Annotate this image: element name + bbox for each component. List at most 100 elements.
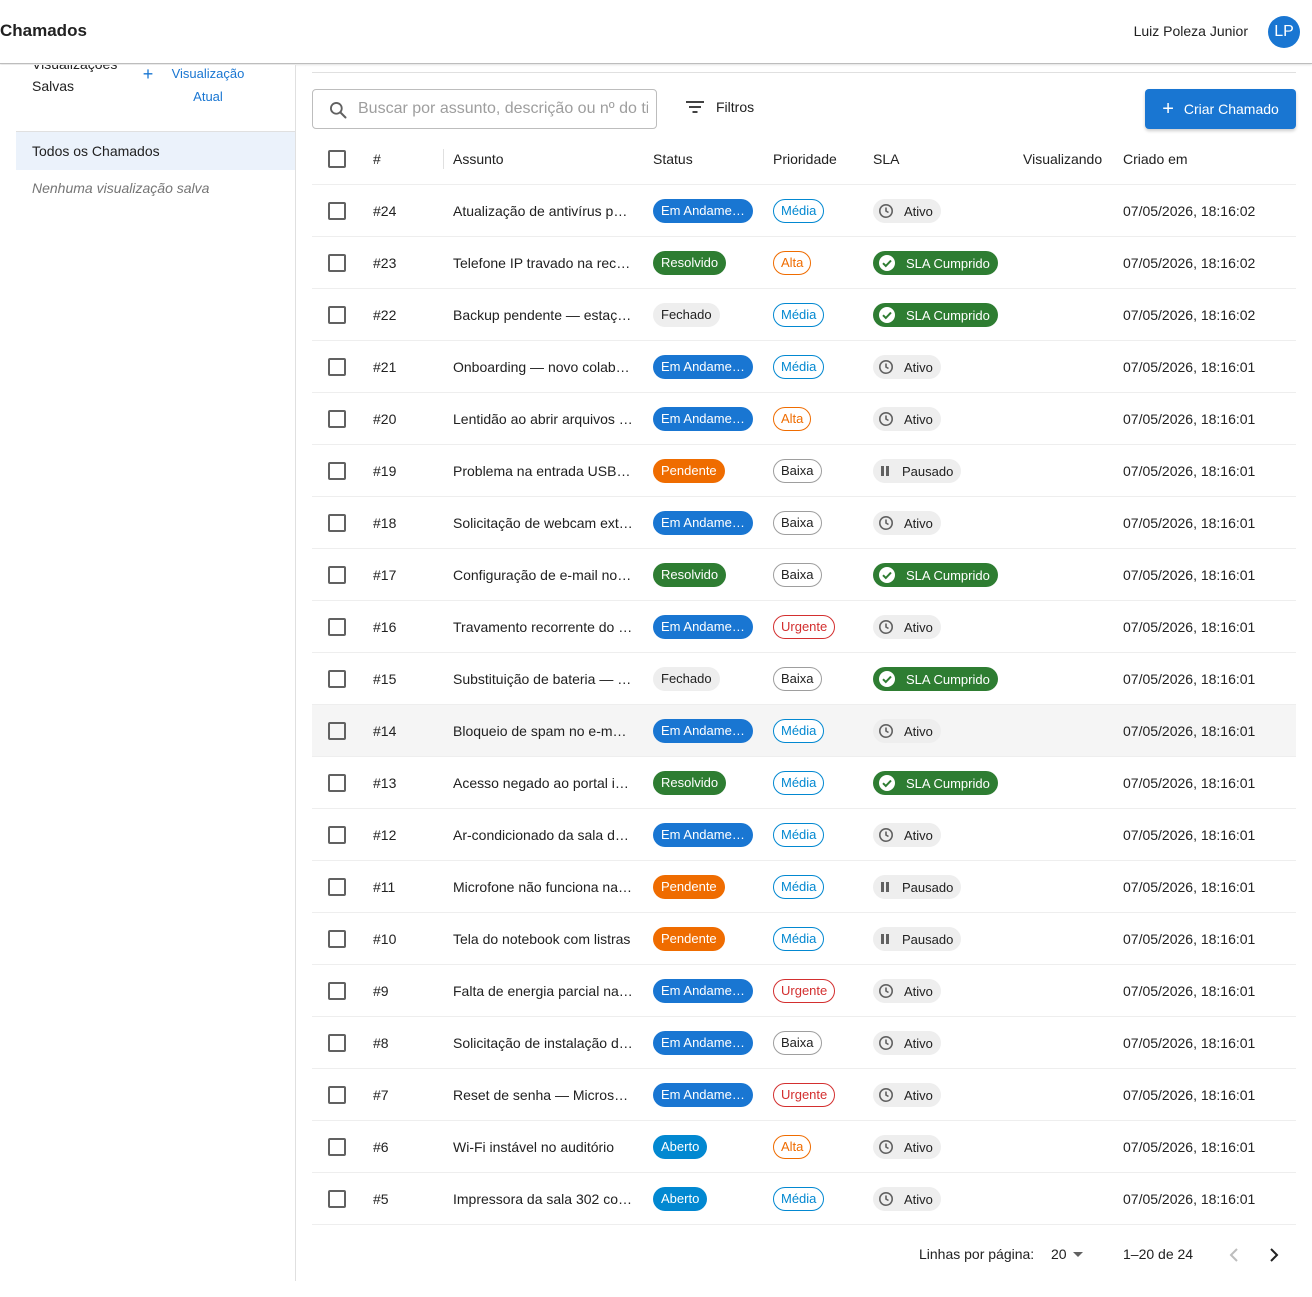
sla-cell: SLA Cumprido — [873, 653, 1013, 705]
row-checkbox[interactable] — [328, 913, 348, 965]
row-checkbox[interactable] — [328, 1069, 348, 1121]
ticket-subject-cell[interactable]: Atualização de antivírus pendente — [453, 185, 634, 237]
row-checkbox[interactable] — [328, 445, 348, 497]
table-row[interactable]: #11 Microfone não funciona nas reuniões Pe… — [312, 861, 1296, 913]
row-checkbox[interactable] — [328, 809, 348, 861]
status-badge: Em Andamento — [653, 511, 753, 535]
table-row[interactable]: #5 Impressora da sala 302 com defeito Aber… — [312, 1173, 1296, 1225]
priority-cell: Média — [773, 289, 863, 341]
table-row[interactable]: #12 Ar-condicionado da sala de servidores… — [312, 809, 1296, 861]
table-row[interactable]: #17 Configuração de e-mail no celular Reso… — [312, 549, 1296, 601]
row-checkbox[interactable] — [328, 861, 348, 913]
row-checkbox[interactable] — [328, 705, 348, 757]
column-header-created[interactable]: Criado em — [1123, 133, 1293, 185]
row-checkbox[interactable] — [328, 289, 348, 341]
column-header-priority[interactable]: Prioridade — [773, 133, 863, 185]
row-checkbox[interactable] — [328, 601, 348, 653]
ticket-subject-cell[interactable]: Solicitação de webcam externa — [453, 497, 634, 549]
table-row[interactable]: #18 Solicitação de webcam externa Em Andam… — [312, 497, 1296, 549]
table-row[interactable]: #10 Tela do notebook com listras Pendente M… — [312, 913, 1296, 965]
table-row[interactable]: #23 Telefone IP travado na recepção Resolv… — [312, 237, 1296, 289]
priority-badge: Baixa — [773, 667, 822, 691]
save-current-view-button[interactable]: + Visualização Atual — [138, 65, 248, 108]
ticket-subject: Bloqueio de spam no e-mail corporativo — [453, 723, 634, 739]
column-header-id[interactable]: # — [373, 133, 433, 185]
ticket-subject-cell[interactable]: Travamento recorrente do sistema — [453, 601, 634, 653]
select-all-checkbox[interactable] — [328, 133, 348, 185]
ticket-subject-cell[interactable]: Impressora da sala 302 com defeito — [453, 1173, 634, 1225]
created-at: 07/05/2026, 18:16:01 — [1123, 827, 1256, 843]
status-cell: Em Andamento — [653, 341, 758, 393]
table-row[interactable]: #20 Lentidão ao abrir arquivos na rede Em … — [312, 393, 1296, 445]
create-ticket-button[interactable]: + Criar Chamado — [1145, 89, 1296, 129]
ticket-subject-cell[interactable]: Backup pendente — estação de trabalho — [453, 289, 634, 341]
filters-button[interactable]: Filtros — [686, 99, 754, 115]
status-badge: Resolvido — [653, 563, 727, 587]
chevron-right-icon[interactable] — [1264, 1243, 1284, 1267]
sla-cell: Ativo — [873, 185, 1013, 237]
rows-per-page-select[interactable]: 20 — [1051, 1246, 1085, 1262]
table-row[interactable]: #13 Acesso negado ao portal interno Resolv… — [312, 757, 1296, 809]
table-row[interactable]: #19 Problema na entrada USB do notebook Pe… — [312, 445, 1296, 497]
ticket-subject-cell[interactable]: Wi-Fi instável no auditório — [453, 1121, 634, 1173]
filter-icon — [686, 101, 704, 113]
ticket-id: #10 — [373, 931, 397, 947]
table-row[interactable]: #14 Bloqueio de spam no e-mail corporativ… — [312, 705, 1296, 757]
ticket-subject-cell[interactable]: Configuração de e-mail no celular — [453, 549, 634, 601]
ticket-subject-cell[interactable]: Lentidão ao abrir arquivos na rede — [453, 393, 634, 445]
ticket-subject-cell[interactable]: Tela do notebook com listras — [453, 913, 634, 965]
ticket-subject-cell[interactable]: Falta de energia parcial na sala — [453, 965, 634, 1017]
ticket-subject: Substituição de bateria — notebook — [453, 671, 634, 687]
table-row[interactable]: #24 Atualização de antivírus pendente Em A… — [312, 185, 1296, 237]
row-checkbox[interactable] — [328, 965, 348, 1017]
ticket-subject-cell[interactable]: Bloqueio de spam no e-mail corporativo — [453, 705, 634, 757]
ticket-subject-cell[interactable]: Problema na entrada USB do notebook — [453, 445, 634, 497]
table-row[interactable]: #15 Substituição de bateria — notebook Fec… — [312, 653, 1296, 705]
row-checkbox[interactable] — [328, 653, 348, 705]
row-checkbox[interactable] — [328, 757, 348, 809]
row-checkbox[interactable] — [328, 237, 348, 289]
column-header-sla[interactable]: SLA — [873, 133, 1013, 185]
table-row[interactable]: #16 Travamento recorrente do sistema Em An… — [312, 601, 1296, 653]
created-at: 07/05/2026, 18:16:01 — [1123, 1139, 1256, 1155]
search-box[interactable] — [312, 89, 657, 129]
table-row[interactable]: #8 Solicitação de instalação de software E… — [312, 1017, 1296, 1069]
sla-cell: Ativo — [873, 965, 1013, 1017]
table-row[interactable]: #21 Onboarding — novo colaborador Em Andam… — [312, 341, 1296, 393]
row-checkbox[interactable] — [328, 393, 348, 445]
row-checkbox[interactable] — [328, 185, 348, 237]
row-checkbox[interactable] — [328, 341, 348, 393]
table-row[interactable]: #22 Backup pendente — estação de trabalho… — [312, 289, 1296, 341]
avatar[interactable]: LP — [1268, 16, 1300, 48]
ticket-subject: Wi-Fi instável no auditório — [453, 1139, 615, 1155]
status-cell: Resolvido — [653, 549, 758, 601]
row-checkbox[interactable] — [328, 549, 348, 601]
ticket-subject-cell[interactable]: Solicitação de instalação de software — [453, 1017, 634, 1069]
row-checkbox[interactable] — [328, 1017, 348, 1069]
priority-badge: Média — [773, 199, 825, 223]
ticket-subject-cell[interactable]: Acesso negado ao portal interno — [453, 757, 634, 809]
ticket-subject-cell[interactable]: Reset de senha — Microsoft 365 — [453, 1069, 634, 1121]
ticket-subject-cell[interactable]: Telefone IP travado na recepção — [453, 237, 634, 289]
sla-cell: Pausado — [873, 913, 1013, 965]
row-checkbox[interactable] — [328, 1121, 348, 1173]
ticket-subject-cell[interactable]: Ar-condicionado da sala de servidores — [453, 809, 634, 861]
ticket-subject-cell[interactable]: Substituição de bateria — notebook — [453, 653, 634, 705]
search-input[interactable] — [358, 98, 648, 120]
sidebar-item-all-tickets[interactable]: Todos os Chamados — [16, 132, 295, 170]
empty-views-text: Nenhuma visualização salva — [32, 180, 210, 196]
user-name[interactable]: Luiz Poleza Junior — [1134, 23, 1248, 39]
ticket-subject-cell[interactable]: Microfone não funciona nas reuniões — [453, 861, 634, 913]
column-header-viewing[interactable]: Visualizando — [1023, 133, 1113, 185]
column-header-subject[interactable]: Assunto — [453, 133, 634, 185]
table-row[interactable]: #6 Wi-Fi instável no auditório Aberto Alta A… — [312, 1121, 1296, 1173]
table-row[interactable]: #7 Reset de senha — Microsoft 365 Em Andam… — [312, 1069, 1296, 1121]
row-checkbox[interactable] — [328, 497, 348, 549]
created-at: 07/05/2026, 18:16:01 — [1123, 983, 1256, 999]
ticket-subject-cell[interactable]: Onboarding — novo colaborador — [453, 341, 634, 393]
priority-cell: Urgente — [773, 1069, 863, 1121]
column-header-status[interactable]: Status — [653, 133, 758, 185]
chevron-left-icon[interactable] — [1224, 1243, 1244, 1267]
row-checkbox[interactable] — [328, 1173, 348, 1225]
table-row[interactable]: #9 Falta de energia parcial na sala Em And… — [312, 965, 1296, 1017]
